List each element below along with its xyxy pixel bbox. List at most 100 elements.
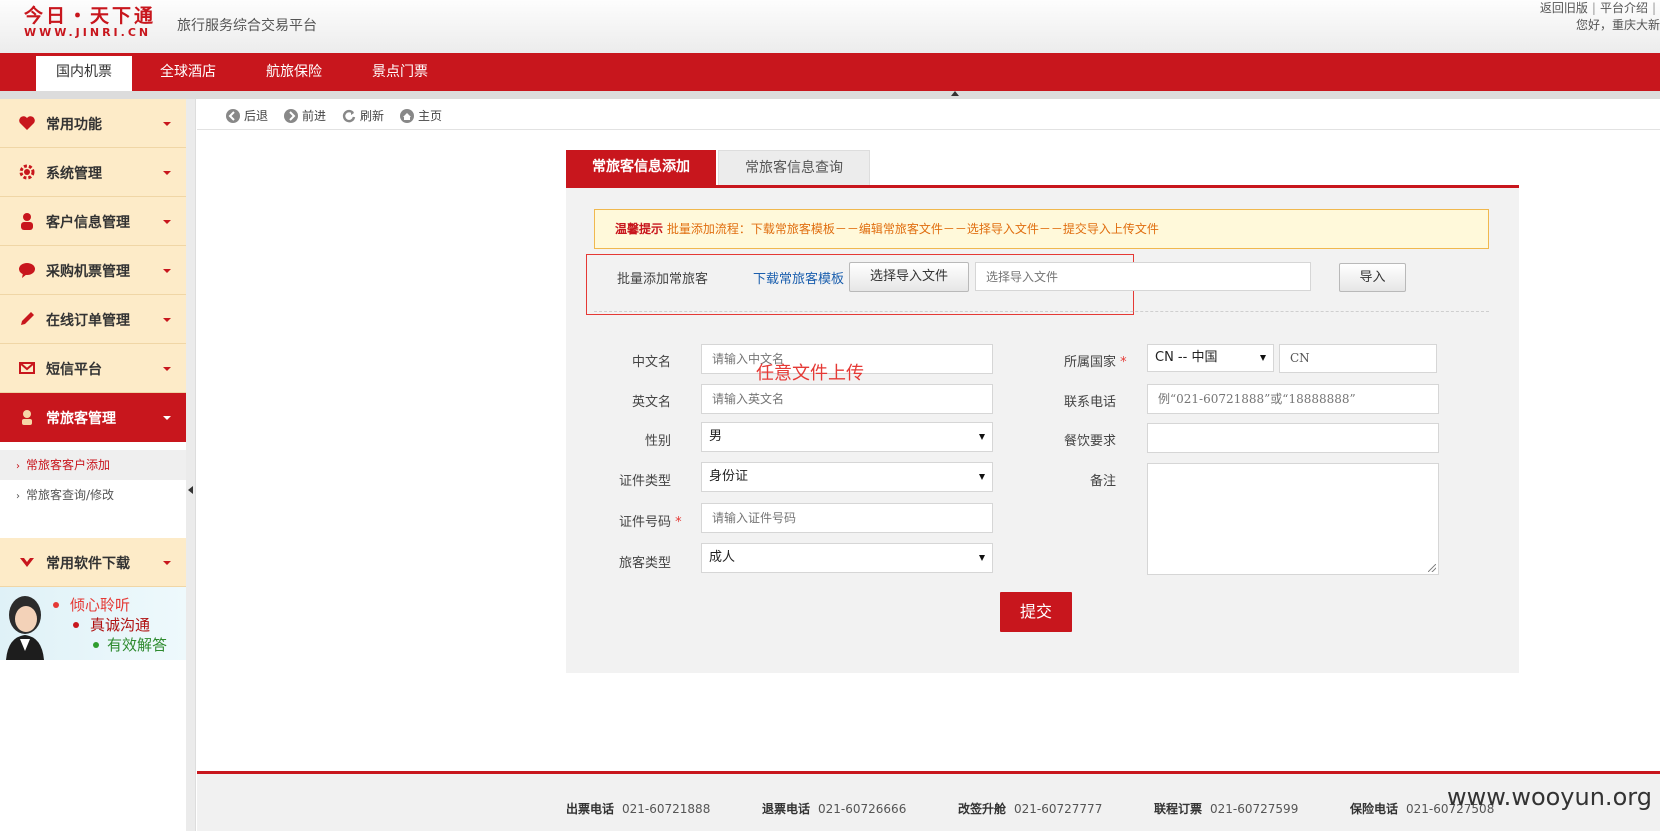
sidebar-menu-online-orders[interactable]: 在线订单管理 bbox=[0, 295, 186, 344]
sidebar-menu-label: 常旅客管理 bbox=[46, 411, 116, 427]
sidebar-subitem-add-traveler[interactable]: › 常旅客客户添加 bbox=[0, 450, 186, 480]
country-label: 所属国家 * bbox=[1064, 351, 1127, 370]
required-mark: * bbox=[1120, 355, 1127, 370]
sidebar-menu-common-functions[interactable]: 常用功能 bbox=[0, 99, 186, 148]
chevron-down-icon bbox=[163, 269, 171, 273]
home-label: 主页 bbox=[418, 109, 443, 123]
sidebar-menu-customers[interactable]: 客户信息管理 bbox=[0, 197, 186, 246]
pencil-icon bbox=[21, 312, 34, 325]
sidebar-menu-sms[interactable]: 短信平台 bbox=[0, 344, 186, 393]
bullet-dot bbox=[53, 602, 59, 608]
sidebar-toggle-bar[interactable] bbox=[186, 99, 196, 831]
nav-tab-attraction-tickets[interactable]: 景点门票 bbox=[352, 53, 448, 91]
site-slogan: 旅行服务综合交易平台 bbox=[177, 18, 317, 34]
traveler-type-value: 成人 bbox=[709, 550, 736, 565]
chevron-down-icon bbox=[163, 367, 171, 371]
nav-tab-domestic-flights[interactable]: 国内机票 bbox=[36, 56, 132, 91]
sidebar-menu-system[interactable]: 系统管理 bbox=[0, 148, 186, 197]
chevron-down-icon bbox=[163, 416, 171, 420]
nav-divider bbox=[0, 91, 1660, 99]
sidebar-menu-label: 常用软件下载 bbox=[46, 556, 130, 572]
submit-button[interactable]: 提交 bbox=[1000, 592, 1072, 632]
envelope-icon bbox=[19, 362, 35, 374]
dropdown-arrow-icon bbox=[979, 434, 985, 440]
footer-value: 021-60721888 bbox=[622, 802, 711, 816]
country-label-text: 所属国家 bbox=[1064, 355, 1117, 370]
forward-arrow-icon bbox=[284, 109, 298, 123]
sidebar-subitem-label: 常旅客查询/修改 bbox=[26, 488, 115, 502]
traveler-icon bbox=[22, 410, 32, 425]
banner-line-2: 真诚沟通 bbox=[90, 616, 151, 634]
bullet-dot bbox=[93, 642, 99, 648]
id-type-select[interactable]: 身份证 bbox=[701, 462, 993, 492]
traveler-type-select[interactable]: 成人 bbox=[701, 543, 993, 573]
footer-phone-change: 改签升舱 021-60727777 bbox=[958, 800, 1102, 817]
tab-query-traveler[interactable]: 常旅客信息查询 bbox=[718, 150, 870, 185]
nav-tab-global-hotels[interactable]: 全球酒店 bbox=[140, 53, 236, 91]
traveler-type-label: 旅客类型 bbox=[619, 556, 672, 571]
chevron-down-icon bbox=[163, 318, 171, 322]
person-icon bbox=[21, 213, 33, 230]
gender-select[interactable]: 男 bbox=[701, 422, 993, 452]
service-agent-image bbox=[6, 596, 44, 660]
sidebar-subitem-query-traveler[interactable]: › 常旅客查询/修改 bbox=[0, 480, 186, 510]
top-links: 返回旧版 | 平台介绍 | 您好，重庆大新 bbox=[1540, 0, 1660, 34]
sidebar-menu-ticket-purchase[interactable]: 采购机票管理 bbox=[0, 246, 186, 295]
refresh-label: 刷新 bbox=[360, 109, 385, 123]
sidebar-menu-label: 系统管理 bbox=[46, 166, 102, 182]
home-icon bbox=[400, 109, 414, 123]
forward-button[interactable]: 前进 bbox=[284, 107, 326, 123]
id-type-value: 身份证 bbox=[709, 469, 749, 484]
footer-phone-connecting: 联程订票 021-60727599 bbox=[1154, 800, 1298, 817]
logo[interactable]: 今日・天下通 WWW.JINRI.CN bbox=[24, 5, 159, 45]
sidebar-menu-frequent-travelers[interactable]: 常旅客管理 bbox=[0, 393, 186, 442]
sidebar-menu-downloads[interactable]: 常用软件下载 bbox=[0, 538, 186, 587]
import-button[interactable]: 导入 bbox=[1339, 263, 1406, 292]
remark-textarea[interactable] bbox=[1147, 463, 1439, 575]
browser-toolbar: 后退 前进 刷新 主页 bbox=[197, 99, 1660, 130]
collapse-header-icon[interactable] bbox=[951, 91, 959, 96]
divider: | bbox=[1651, 1, 1656, 15]
footer-label: 联程订票 bbox=[1154, 802, 1203, 816]
choose-file-button[interactable]: 选择导入文件 bbox=[849, 262, 969, 292]
download-template-link[interactable]: 下载常旅客模板 bbox=[753, 268, 844, 287]
id-number-input[interactable] bbox=[701, 503, 993, 533]
footer-phone-ticketing: 出票电话 021-60721888 bbox=[566, 800, 710, 817]
tab-add-traveler[interactable]: 常旅客信息添加 bbox=[566, 150, 716, 185]
customer-service-banner[interactable]: 倾心聆听 真诚沟通 有效解答 bbox=[0, 587, 186, 660]
english-name-input[interactable] bbox=[701, 384, 993, 414]
logo-en: WWW.JINRI.CN bbox=[24, 26, 152, 39]
footer-label: 改签升舱 bbox=[958, 802, 1007, 816]
meal-label: 餐饮要求 bbox=[1064, 434, 1117, 449]
resize-grip-icon[interactable] bbox=[1428, 564, 1436, 572]
nav-tab-travel-insurance[interactable]: 航旅保险 bbox=[246, 53, 342, 91]
meal-input[interactable] bbox=[1147, 423, 1439, 453]
footer-phone-refund: 退票电话 021-60726666 bbox=[762, 800, 906, 817]
collapse-sidebar-icon[interactable] bbox=[188, 486, 193, 494]
watermark: www.wooyun.org bbox=[1447, 783, 1652, 811]
back-arrow-icon bbox=[226, 109, 240, 123]
tip-banner: 温馨提示 批量添加流程：下载常旅客模板－－编辑常旅客文件－－选择导入文件－－提交… bbox=[594, 209, 1489, 249]
logo-cn: 今日・天下通 bbox=[24, 5, 157, 27]
country-code-input[interactable]: CN bbox=[1279, 344, 1437, 373]
chevron-right-icon: › bbox=[16, 461, 20, 472]
sidebar-menu-label: 采购机票管理 bbox=[46, 264, 130, 280]
platform-intro-link[interactable]: 平台介绍 bbox=[1600, 1, 1648, 15]
chevron-down-icon bbox=[163, 561, 171, 565]
home-button[interactable]: 主页 bbox=[400, 107, 442, 123]
chevron-down-icon bbox=[163, 122, 171, 126]
phone-input[interactable] bbox=[1147, 384, 1439, 414]
english-name-label: 英文名 bbox=[632, 395, 672, 410]
download-icon bbox=[20, 558, 34, 567]
section-divider bbox=[594, 311, 1489, 312]
country-select[interactable]: CN -- 中国 bbox=[1147, 344, 1274, 372]
banner-line-3: 有效解答 bbox=[107, 636, 168, 654]
footer-label: 出票电话 bbox=[566, 802, 615, 816]
main-nav: 国内机票 全球酒店 航旅保险 景点门票 bbox=[0, 53, 1660, 91]
old-version-link[interactable]: 返回旧版 bbox=[1540, 1, 1588, 15]
file-path-input[interactable] bbox=[975, 262, 1311, 291]
refresh-button[interactable]: 刷新 bbox=[342, 107, 384, 123]
user-greeting: 您好，重庆大新 bbox=[1575, 18, 1660, 32]
dropdown-arrow-icon bbox=[979, 474, 985, 480]
back-button[interactable]: 后退 bbox=[226, 107, 268, 123]
